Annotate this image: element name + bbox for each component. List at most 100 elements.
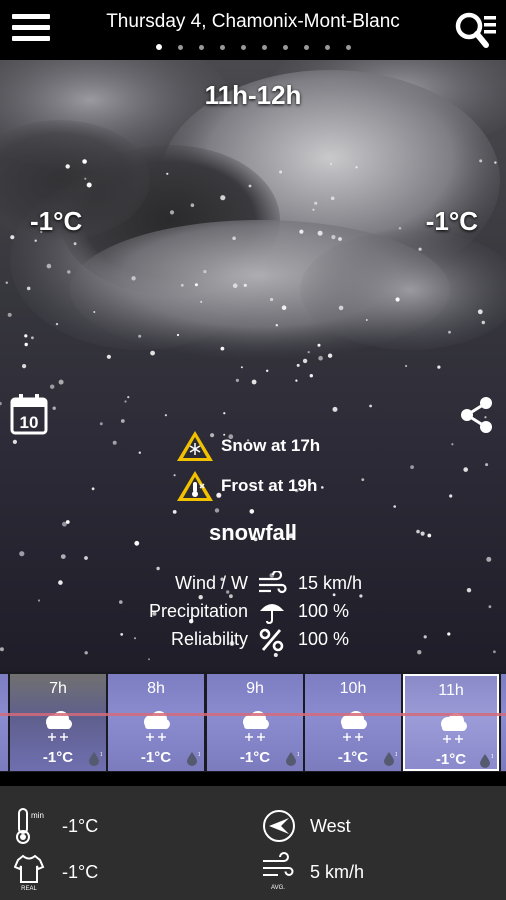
snowflake — [317, 343, 321, 347]
snowflake — [232, 236, 236, 241]
snowflake — [332, 406, 338, 412]
snowflake — [395, 297, 400, 302]
snowflake — [312, 208, 315, 211]
page-dot — [261, 45, 267, 50]
compass-arrow-icon — [263, 810, 295, 842]
real-feel-temperature: REAL -1°C — [14, 852, 98, 892]
wind-direction: West — [262, 806, 351, 846]
snowflake — [223, 412, 226, 415]
snowflake — [180, 283, 184, 287]
percent-icon — [259, 628, 284, 652]
snowflake — [418, 247, 422, 251]
snowflake — [448, 330, 451, 334]
snowflake — [46, 263, 52, 269]
bottom-details: min -1°C REAL -1°C West AVG. 5 km/h — [0, 786, 506, 900]
snowflake — [331, 235, 336, 240]
precipitation-row: Precipitation 100 % — [0, 599, 506, 625]
alert-text: Frost at 19h — [221, 476, 318, 495]
snowflake — [451, 443, 454, 446]
snowflake — [10, 235, 15, 240]
calendar-icon[interactable]: 10 — [10, 393, 48, 435]
snowflake — [26, 286, 31, 291]
snowflake — [166, 172, 169, 175]
snowflake — [330, 196, 335, 201]
snowflake — [176, 333, 180, 337]
snowflake — [200, 300, 203, 303]
snowflake — [296, 363, 300, 367]
snowflake — [55, 322, 59, 326]
hour-label: 9h — [246, 680, 264, 697]
snowflake — [67, 270, 71, 274]
min-caption: min — [31, 811, 44, 820]
hour-cell-selected[interactable]: 11h -1°C — [403, 674, 499, 771]
snowflake — [120, 419, 125, 423]
snowflake — [138, 451, 141, 454]
snow-alert[interactable]: Snow at 17h — [175, 429, 320, 463]
snowflake — [398, 227, 402, 230]
snowflake — [60, 554, 66, 559]
snowflake — [477, 309, 483, 315]
real-caption: REAL — [21, 886, 37, 892]
page-dot — [345, 45, 351, 50]
hour-cell[interactable]: 7h -1°C — [10, 674, 106, 771]
snowflake — [5, 281, 8, 284]
snowflake — [369, 404, 372, 408]
temperature-right: -1°C — [425, 206, 478, 236]
snowflake — [203, 270, 207, 274]
snowflake — [295, 379, 298, 382]
shirt-icon: REAL — [14, 854, 45, 892]
wind-avg-icon: AVG. — [263, 852, 294, 891]
hour-cell-partial[interactable] — [501, 674, 506, 771]
snowflake — [169, 210, 175, 215]
snowflake — [302, 358, 308, 364]
snowflake — [330, 162, 333, 165]
snowflake — [232, 283, 238, 288]
wind-row: Wind / W 15 km/h — [0, 571, 506, 597]
snowflake — [131, 276, 136, 281]
snowflake — [437, 365, 441, 369]
real-feel-value: -1°C — [62, 861, 99, 882]
wind-label: Wind / W — [174, 573, 248, 593]
umbrella-icon — [260, 604, 284, 625]
hourly-forecast-strip[interactable]: 7h -1°C 8h -1°C 9h -1°C 10h -1°C 11h -1°… — [0, 672, 506, 772]
hour-label: 11h — [438, 682, 464, 699]
snowflake — [243, 283, 247, 287]
drop-icon — [187, 752, 200, 766]
hour-cell[interactable]: 8h -1°C — [108, 674, 204, 771]
page-title: Thursday 4, Chamonix-Mont-Blanc — [106, 11, 400, 32]
calendar-day: 10 — [20, 413, 39, 432]
hour-cell[interactable]: 9h -1°C — [207, 674, 303, 771]
hour-label: 8h — [147, 680, 165, 697]
weather-condition: snowfall — [208, 520, 297, 545]
snow-warning-icon — [177, 431, 213, 461]
precipitation-value: 100 % — [298, 601, 350, 621]
snowflake — [93, 311, 96, 313]
snowflake — [266, 369, 269, 372]
page-dot — [155, 44, 162, 50]
page-dot — [177, 45, 183, 50]
snowflake — [112, 440, 117, 445]
hour-range: 11h-12h — [204, 80, 302, 110]
hour-label: 10h — [339, 680, 367, 697]
hour-cell[interactable]: 10h -1°C — [305, 674, 401, 771]
snowflake — [281, 305, 287, 310]
snowflake — [84, 177, 87, 180]
snowflake — [7, 312, 12, 317]
snowflake — [86, 182, 92, 188]
reliability-row: Reliability 100 % — [0, 627, 506, 653]
snowflake — [156, 566, 160, 571]
snowflake — [279, 170, 283, 174]
hour-cell-partial[interactable] — [0, 674, 8, 771]
snowflake — [164, 414, 167, 417]
snowflake — [138, 334, 142, 338]
share-icon[interactable] — [458, 394, 496, 436]
snowflake — [249, 509, 255, 514]
min-temperature: min -1°C — [14, 806, 98, 846]
frost-alert[interactable]: Frost at 19h — [175, 469, 317, 503]
menu-icon[interactable] — [12, 14, 50, 46]
snowflake — [463, 467, 469, 472]
search-list-icon[interactable] — [452, 8, 498, 54]
snowflake — [34, 239, 37, 242]
snowflake — [82, 159, 87, 164]
snowflake — [99, 422, 103, 426]
